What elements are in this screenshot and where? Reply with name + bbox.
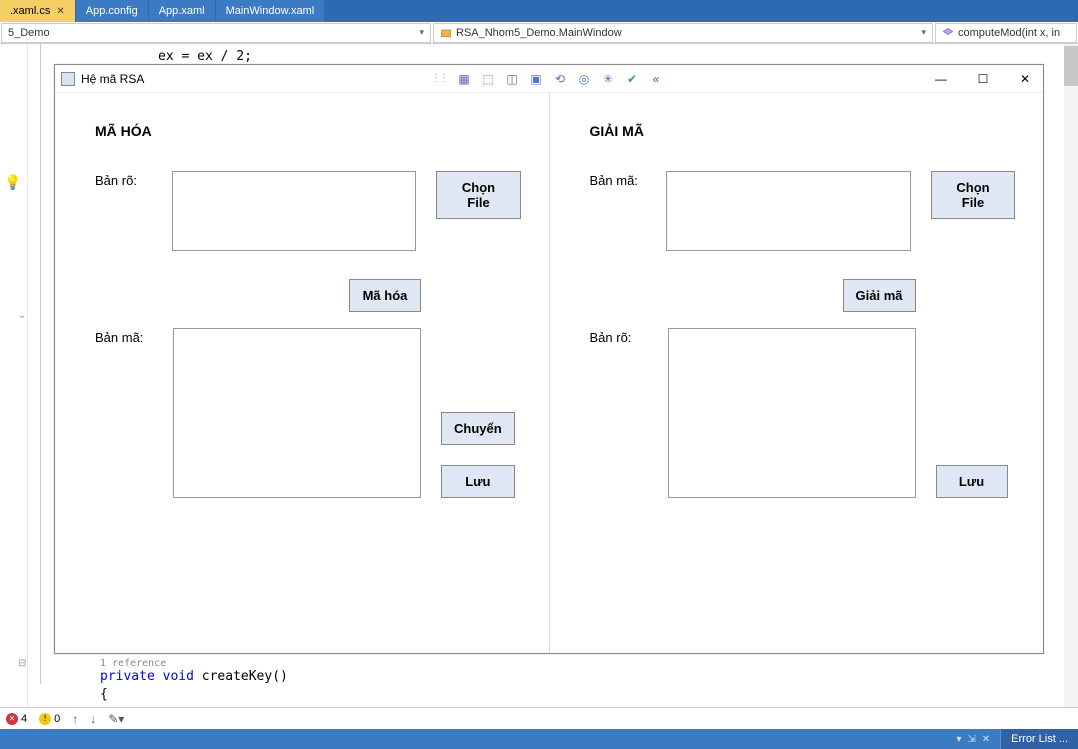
- brush-dropdown-icon[interactable]: ✎▾: [108, 712, 124, 726]
- choose-file-button[interactable]: Chọn File: [436, 171, 520, 219]
- light-bulb-icon[interactable]: 💡: [4, 174, 21, 191]
- tab-label: App.xaml: [159, 5, 205, 17]
- close-icon[interactable]: ✕: [1013, 69, 1037, 89]
- decode-panel: GIẢI MÃ Bản mã: Chọn File Giải mã Bản rõ…: [550, 93, 1044, 653]
- error-icon: ✕: [6, 713, 18, 725]
- collapse-toolbar-icon[interactable]: «: [645, 69, 667, 89]
- nav-project-combo[interactable]: 5_Demo ▾: [1, 23, 431, 43]
- plaintext-output[interactable]: [668, 328, 916, 498]
- ciphertext-input[interactable]: [666, 171, 911, 251]
- code-line: {: [100, 686, 108, 704]
- minimize-icon[interactable]: —: [929, 69, 953, 89]
- tab-mainwindow-xaml[interactable]: MainWindow.xaml: [216, 0, 326, 22]
- warning-count[interactable]: ! 0: [39, 713, 60, 725]
- nav-class-label: RSA_Nhom5_Demo.MainWindow: [456, 27, 622, 39]
- close-icon[interactable]: ✕: [56, 6, 64, 17]
- decode-heading: GIẢI MÃ: [590, 123, 1016, 139]
- error-list-label: Error List ...: [1011, 733, 1068, 745]
- chevron-down-icon: ▾: [419, 27, 424, 38]
- tab-label: .xaml.cs: [10, 5, 50, 17]
- class-icon: [440, 27, 452, 39]
- window-title: Hệ mã RSA: [81, 72, 144, 86]
- encode-button[interactable]: Mã hóa: [349, 279, 421, 312]
- debug-toolbar: ⋮⋮ ▦ ⬚ ◫ ▣ ⟲ ◎ ✳ ✔ «: [431, 69, 667, 89]
- vertical-scrollbar[interactable]: [1064, 44, 1078, 707]
- plaintext-input[interactable]: [172, 171, 417, 251]
- document-tabs: .xaml.cs ✕ App.config App.xaml MainWindo…: [0, 0, 1078, 22]
- chevron-down-icon: ▾: [921, 27, 926, 38]
- nav-up-icon[interactable]: ↑: [72, 712, 78, 726]
- transfer-button[interactable]: Chuyển: [441, 412, 515, 445]
- tab-label: MainWindow.xaml: [226, 5, 315, 17]
- scan-icon[interactable]: ◎: [573, 69, 595, 89]
- app-icon: [61, 72, 75, 86]
- choose-file-button[interactable]: Chọn File: [931, 171, 1015, 219]
- nav-down-icon[interactable]: ↓: [90, 712, 96, 726]
- plaintext-label: Bản rõ:: [95, 171, 172, 188]
- nav-project-label: 5_Demo: [8, 27, 50, 39]
- encode-heading: MÃ HÓA: [95, 123, 521, 139]
- error-list-tab[interactable]: Error List ...: [1000, 729, 1078, 749]
- save-button[interactable]: Lưu: [936, 465, 1008, 498]
- nav-member-combo[interactable]: computeMod(int x, in: [935, 23, 1077, 43]
- maximize-icon[interactable]: ☐: [971, 69, 995, 89]
- checkmark-icon[interactable]: ✔: [621, 69, 643, 89]
- save-button[interactable]: Lưu: [441, 465, 515, 498]
- outline-guide: [40, 44, 41, 684]
- code-line: private void createKey(): [100, 668, 288, 686]
- hot-reload-icon[interactable]: ⟲: [549, 69, 571, 89]
- toolbar-grip-icon[interactable]: ⋮⋮: [431, 73, 447, 84]
- warning-icon: !: [39, 713, 51, 725]
- ciphertext-label: Bản mã:: [95, 328, 173, 345]
- accessibility-icon[interactable]: ✳: [597, 69, 619, 89]
- footer-pane-controls: ▾ ⇲ ✕: [956, 734, 990, 745]
- tab-label: App.config: [86, 5, 138, 17]
- tab-app-xaml[interactable]: App.xaml: [149, 0, 216, 22]
- editor-gutter: 💡 ⌄ ⊟: [0, 44, 28, 725]
- display-layout-icon[interactable]: ◫: [501, 69, 523, 89]
- footer-bar: ▾ ⇲ ✕ Error List ...: [0, 729, 1078, 749]
- select-element-icon[interactable]: ⬚: [477, 69, 499, 89]
- nav-class-combo[interactable]: RSA_Nhom5_Demo.MainWindow ▾: [433, 23, 933, 43]
- nav-row: 5_Demo ▾ RSA_Nhom5_Demo.MainWindow ▾ com…: [0, 22, 1078, 44]
- decode-button[interactable]: Giải mã: [843, 279, 916, 312]
- nav-member-label: computeMod(int x, in: [958, 27, 1060, 39]
- ciphertext-output[interactable]: [173, 328, 421, 498]
- dropdown-icon[interactable]: ▾: [956, 734, 961, 745]
- warning-count-value: 0: [54, 713, 60, 725]
- tab-xaml-cs[interactable]: .xaml.cs ✕: [0, 0, 76, 22]
- collapse-minus-icon[interactable]: ⊟: [18, 658, 26, 669]
- pin-icon[interactable]: ⇲: [967, 734, 975, 745]
- chevron-down-icon[interactable]: ⌄: [18, 310, 26, 321]
- close-icon[interactable]: ✕: [982, 734, 990, 745]
- plaintext-label: Bản rõ:: [590, 328, 668, 345]
- error-count[interactable]: ✕ 4: [6, 713, 27, 725]
- status-bar: ✕ 4 ! 0 ↑ ↓ ✎▾: [0, 707, 1078, 729]
- track-focused-icon[interactable]: ▣: [525, 69, 547, 89]
- window-titlebar: Hệ mã RSA ⋮⋮ ▦ ⬚ ◫ ▣ ⟲ ◎ ✳ ✔ « — ☐ ✕: [55, 65, 1043, 93]
- method-icon: [942, 27, 954, 39]
- error-count-value: 4: [21, 713, 27, 725]
- live-visual-tree-icon[interactable]: ▦: [453, 69, 475, 89]
- designer-preview-window: Hệ mã RSA ⋮⋮ ▦ ⬚ ◫ ▣ ⟲ ◎ ✳ ✔ « — ☐ ✕ MÃ …: [54, 64, 1044, 654]
- tab-app-config[interactable]: App.config: [76, 0, 149, 22]
- ciphertext-label: Bản mã:: [590, 171, 667, 188]
- encode-panel: MÃ HÓA Bản rõ: Chọn File Mã hóa Bản mã: …: [55, 93, 549, 653]
- scrollbar-thumb[interactable]: [1064, 46, 1078, 86]
